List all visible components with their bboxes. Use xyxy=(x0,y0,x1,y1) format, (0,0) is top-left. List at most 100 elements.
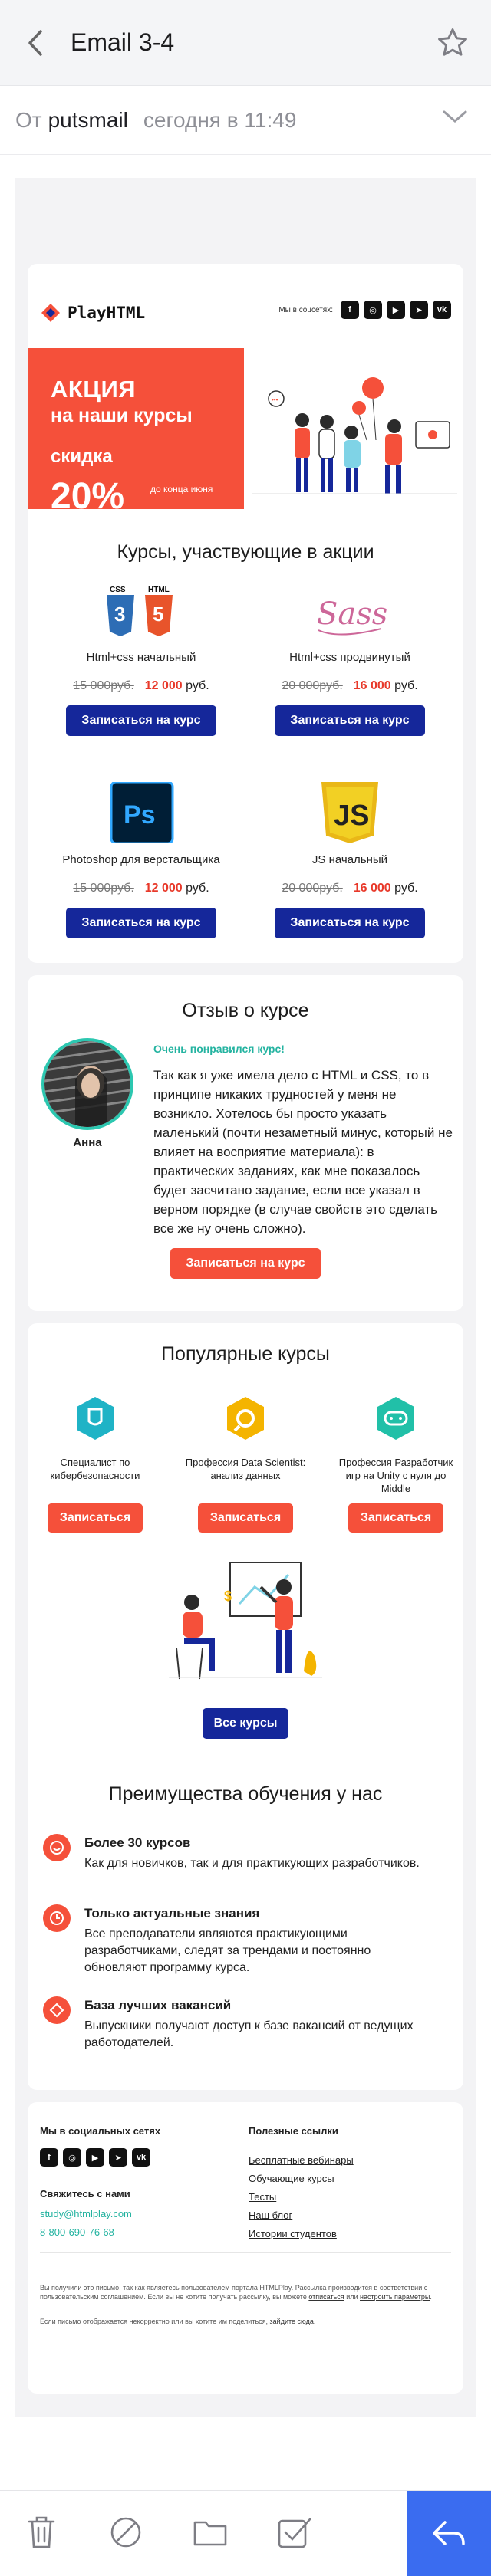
mark-done-button[interactable] xyxy=(272,2509,318,2555)
vk-icon[interactable]: vk xyxy=(433,301,451,319)
footer-link[interactable]: Истории студентов xyxy=(249,2228,337,2239)
course-name: Html+css начальный xyxy=(86,651,196,664)
review-enroll-button[interactable]: Записаться на курс xyxy=(170,1248,321,1279)
review-text: Так как я уже имела дело с HTML и CSS, т… xyxy=(153,1068,453,1236)
popular-enroll-button[interactable]: Записаться xyxy=(348,1503,443,1533)
course-name: Html+css продвинутый xyxy=(289,651,410,664)
all-courses-button[interactable]: Все курсы xyxy=(203,1708,288,1739)
vk-icon[interactable]: vk xyxy=(132,2148,150,2167)
new-price: 16 000 xyxy=(353,882,391,895)
promo-card: PlayHTML Мы в соцсетях: f ◎ ▶ ➤ vk АКЦИЯ… xyxy=(28,264,463,963)
webview-link[interactable]: зайдите сюда xyxy=(270,2318,314,2325)
course-name: Photoshop для верстальщика xyxy=(62,853,220,866)
popular-courses-card: Популярные курсы Специалист по кибербезо… xyxy=(28,1323,463,2090)
bottom-action-bar xyxy=(0,2490,491,2576)
telegram-icon[interactable]: ➤ xyxy=(410,301,428,319)
popular-enroll-button[interactable]: Записаться xyxy=(198,1503,293,1533)
css-html-icon: CSS 3 HTML 5 xyxy=(107,586,173,636)
header-social-links: Мы в соцсетях: f ◎ ▶ ➤ vk xyxy=(278,301,451,319)
block-icon xyxy=(110,2517,141,2548)
svg-text:HTML: HTML xyxy=(148,586,170,594)
trash-icon xyxy=(28,2516,55,2548)
sass-icon: Sass xyxy=(317,596,387,636)
spam-button[interactable] xyxy=(103,2509,149,2555)
popular-course-name: Профессия Data Scientist: анализ данных xyxy=(185,1457,306,1481)
old-price: 20 000руб. xyxy=(282,679,343,692)
footer-links-title: Полезные ссылки xyxy=(249,2125,338,2137)
clock-icon xyxy=(43,1904,71,1932)
social-label: Мы в соцсетях: xyxy=(278,305,333,314)
settings-link[interactable]: настроить параметры xyxy=(360,2293,430,2301)
footer-email-link[interactable]: study@htmlplay.com xyxy=(40,2208,132,2220)
reply-button[interactable] xyxy=(407,2491,491,2576)
banner-discount-value: 20% xyxy=(51,476,125,517)
people-illustration: ••• xyxy=(244,348,463,509)
facebook-icon[interactable]: f xyxy=(40,2148,58,2167)
advantages-section-title: Преимущества обучения у нас xyxy=(108,1783,383,1805)
logo-text: PlayHTML xyxy=(68,304,146,322)
footer-link[interactable]: Тесты xyxy=(249,2191,276,2203)
gamepad-icon xyxy=(377,1397,414,1440)
course-card: Sass Html+css продвинутый 20 000руб. 16 0… xyxy=(250,584,450,736)
course-card: JS JS начальный 20 000руб. 16 000 руб. За… xyxy=(250,782,450,938)
enroll-button[interactable]: Записаться на курс xyxy=(275,705,425,736)
checkbox-icon xyxy=(278,2518,311,2548)
currency: руб. xyxy=(394,679,418,692)
chevron-down-icon[interactable] xyxy=(442,109,468,124)
svg-text:CSS: CSS xyxy=(110,586,126,594)
review-section-title: Отзыв о курсе xyxy=(182,1000,309,1021)
back-button[interactable] xyxy=(0,0,71,86)
advantage-title: База лучших вакансий xyxy=(84,1998,232,2013)
move-to-folder-button[interactable] xyxy=(187,2509,233,2555)
advantage-title: Более 30 курсов xyxy=(84,1835,191,1850)
email-header: PlayHTML Мы в соцсетях: f ◎ ▶ ➤ vk xyxy=(28,264,463,348)
advantage-description: Все преподаватели являются практикующими… xyxy=(84,1927,371,1974)
reply-icon xyxy=(433,2521,465,2545)
unsubscribe-link[interactable]: отписаться xyxy=(308,2293,344,2301)
popular-enroll-button[interactable]: Записаться xyxy=(48,1503,143,1533)
chart-pie-icon xyxy=(227,1397,264,1440)
popular-course-name: Специалист по кибербезопасности xyxy=(50,1457,140,1481)
advantage-description: Выпускники получают доступ к базе ваканс… xyxy=(84,2019,414,2049)
banner-headline: АКЦИЯ xyxy=(51,376,137,402)
course-prices: 20 000руб. 16 000 руб. xyxy=(250,882,450,895)
footer-divider xyxy=(40,2252,451,2253)
footer-link[interactable]: Бесплатные вебинары xyxy=(249,2154,354,2166)
popular-course-item: Профессия Разработчик игр на Unity с нул… xyxy=(334,1395,457,1533)
course-card: CSS 3 HTML 5 Html+css начальный 15 000ру… xyxy=(41,584,241,736)
js-icon: JS xyxy=(321,782,378,843)
received-time: сегодня в 11:49 xyxy=(143,107,297,132)
svg-text:•••: ••• xyxy=(272,396,278,403)
footer-social-links: f ◎ ▶ ➤ vk xyxy=(40,2148,150,2167)
popular-section-title: Популярные курсы xyxy=(161,1343,330,1365)
footer-link[interactable]: Обучающие курсы xyxy=(249,2173,334,2184)
playhtml-logo[interactable]: PlayHTML xyxy=(40,302,145,324)
youtube-icon[interactable]: ▶ xyxy=(86,2148,104,2167)
star-button[interactable] xyxy=(431,21,474,64)
promo-banner-text: АКЦИЯ на наши курсы скидка 20% до конца … xyxy=(28,348,244,517)
facebook-icon[interactable]: f xyxy=(341,301,359,319)
footer-link[interactable]: Наш блог xyxy=(249,2210,292,2221)
promo-banner[interactable]: АКЦИЯ на наши курсы скидка 20% до конца … xyxy=(28,348,463,517)
instagram-icon[interactable]: ◎ xyxy=(364,301,382,319)
sender-line[interactable]: От putsmail сегодня в 11:49 xyxy=(0,86,491,155)
new-price: 12 000 xyxy=(144,882,183,895)
delete-button[interactable] xyxy=(18,2509,64,2555)
footer-contact-title: Свяжитесь с нами xyxy=(40,2188,130,2200)
telegram-icon[interactable]: ➤ xyxy=(109,2148,127,2167)
footer-phone-link[interactable]: 8-800-690-76-68 xyxy=(40,2226,114,2238)
footer-webview-text: Если письмо отображается некорректно или… xyxy=(40,2318,316,2325)
study-illustration: $ xyxy=(169,1562,322,1680)
instagram-icon[interactable]: ◎ xyxy=(63,2148,81,2167)
svg-text:$: $ xyxy=(224,1589,232,1604)
chevron-left-icon xyxy=(28,29,42,56)
enroll-button[interactable]: Записаться на курс xyxy=(66,705,216,736)
enroll-button[interactable]: Записаться на курс xyxy=(66,908,216,938)
enroll-button[interactable]: Записаться на курс xyxy=(275,908,425,938)
youtube-icon[interactable]: ▶ xyxy=(387,301,405,319)
svg-text:JS: JS xyxy=(334,800,369,832)
svg-text:Sass: Sass xyxy=(317,596,387,632)
old-price: 15 000руб. xyxy=(73,679,134,692)
shield-icon xyxy=(77,1397,114,1440)
photoshop-icon: Ps xyxy=(110,780,174,845)
